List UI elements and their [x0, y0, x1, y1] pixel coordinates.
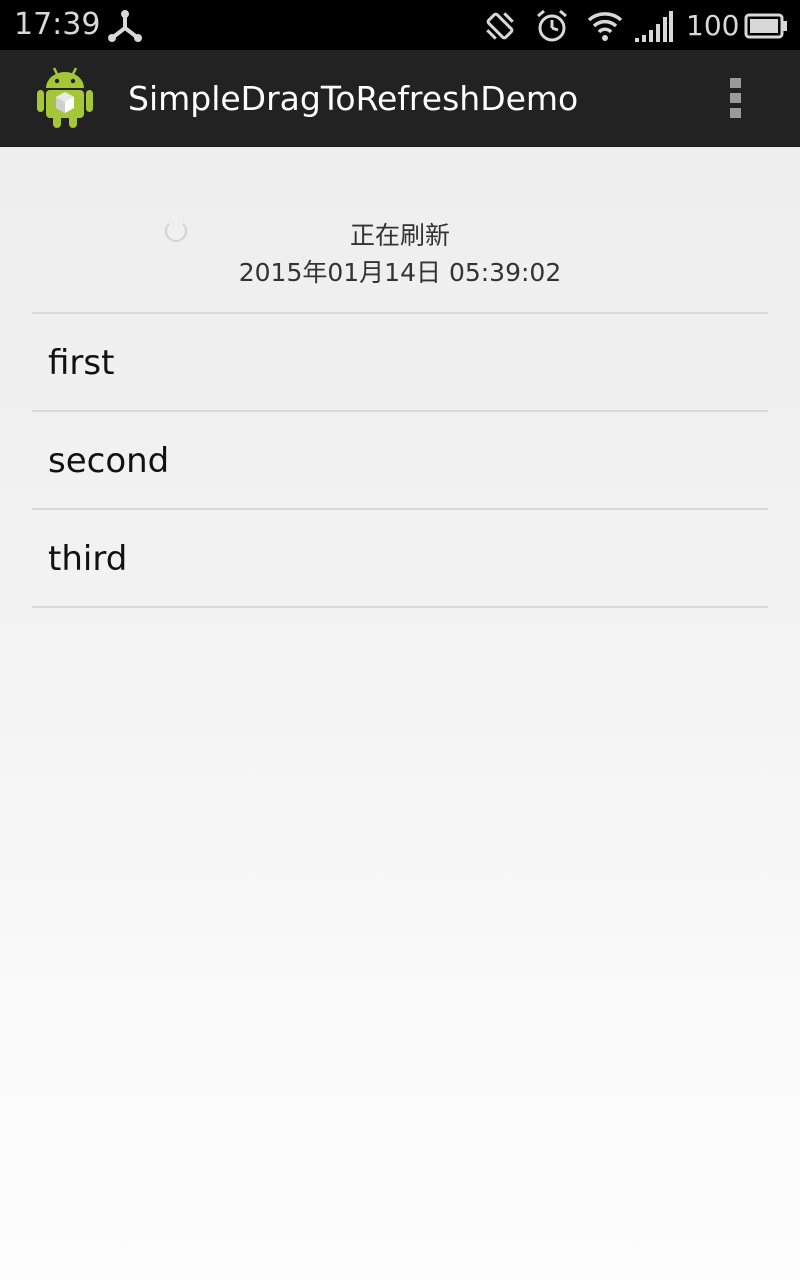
refresh-status-label: 正在刷新 — [349, 221, 450, 250]
main-content: 正在刷新 2015年01月14日 05:39:02 first second t… — [0, 147, 800, 1280]
battery-icon — [744, 13, 787, 39]
list-view[interactable]: first second third — [32, 312, 768, 608]
list-item-label: second — [48, 441, 170, 481]
list-item-first[interactable]: first — [32, 314, 768, 412]
app-title: SimpleDragToRefreshDemo — [128, 79, 579, 118]
overflow-menu-icon[interactable] — [722, 74, 750, 122]
action-bar: SimpleDragToRefreshDemo — [0, 50, 800, 147]
pull-to-refresh-header: 正在刷新 2015年01月14日 05:39:02 — [0, 147, 800, 313]
vibrate-icon — [486, 12, 514, 40]
list-item-second[interactable]: second — [32, 412, 768, 510]
wifi-icon — [587, 12, 623, 41]
list-item-third[interactable]: third — [32, 510, 768, 608]
status-time: 17:39 — [14, 7, 101, 42]
refresh-timestamp: 2015年01月14日 05:39:02 — [238, 258, 562, 287]
signal-icon — [635, 11, 673, 42]
list-item-label: first — [48, 343, 115, 383]
status-bar: 17:39 100 — [0, 0, 800, 50]
android-app-icon[interactable] — [34, 64, 96, 130]
list-item-label: third — [48, 539, 128, 579]
usb-debug-icon — [108, 10, 142, 42]
battery-percent: 100 — [686, 9, 740, 42]
alarm-icon — [537, 9, 567, 42]
